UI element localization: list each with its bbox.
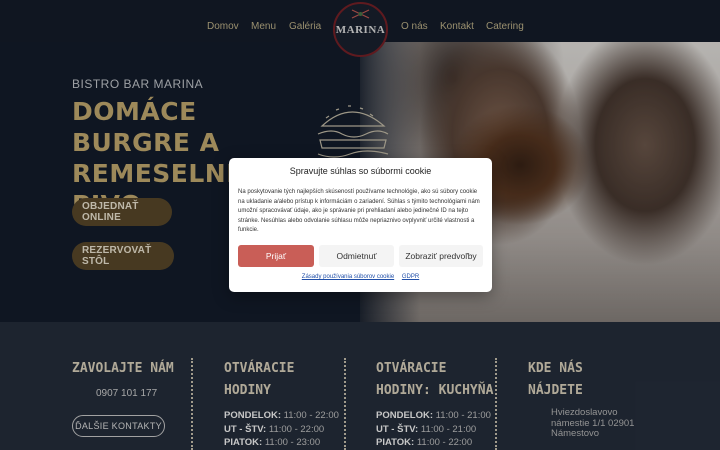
cookie-policy-links: Zásady používania súborov cookie GDPR: [229, 274, 492, 280]
accept-cookies-button[interactable]: Prijať: [238, 245, 314, 267]
deny-cookies-button[interactable]: Odmietnuť: [319, 245, 394, 267]
view-preferences-button[interactable]: Zobraziť predvoľby: [399, 245, 483, 267]
cookie-dialog-text: Na poskytovanie tých najlepších skúsenos…: [238, 189, 480, 233]
cookie-policy-link[interactable]: Zásady používania súborov cookie: [302, 274, 394, 280]
gdpr-link[interactable]: GDPR: [402, 274, 419, 280]
cookie-consent-dialog: Spravujte súhlas so súbormi cookie Na po…: [229, 158, 492, 292]
cookie-dialog-title: Spravujte súhlas so súbormi cookie: [289, 166, 432, 176]
